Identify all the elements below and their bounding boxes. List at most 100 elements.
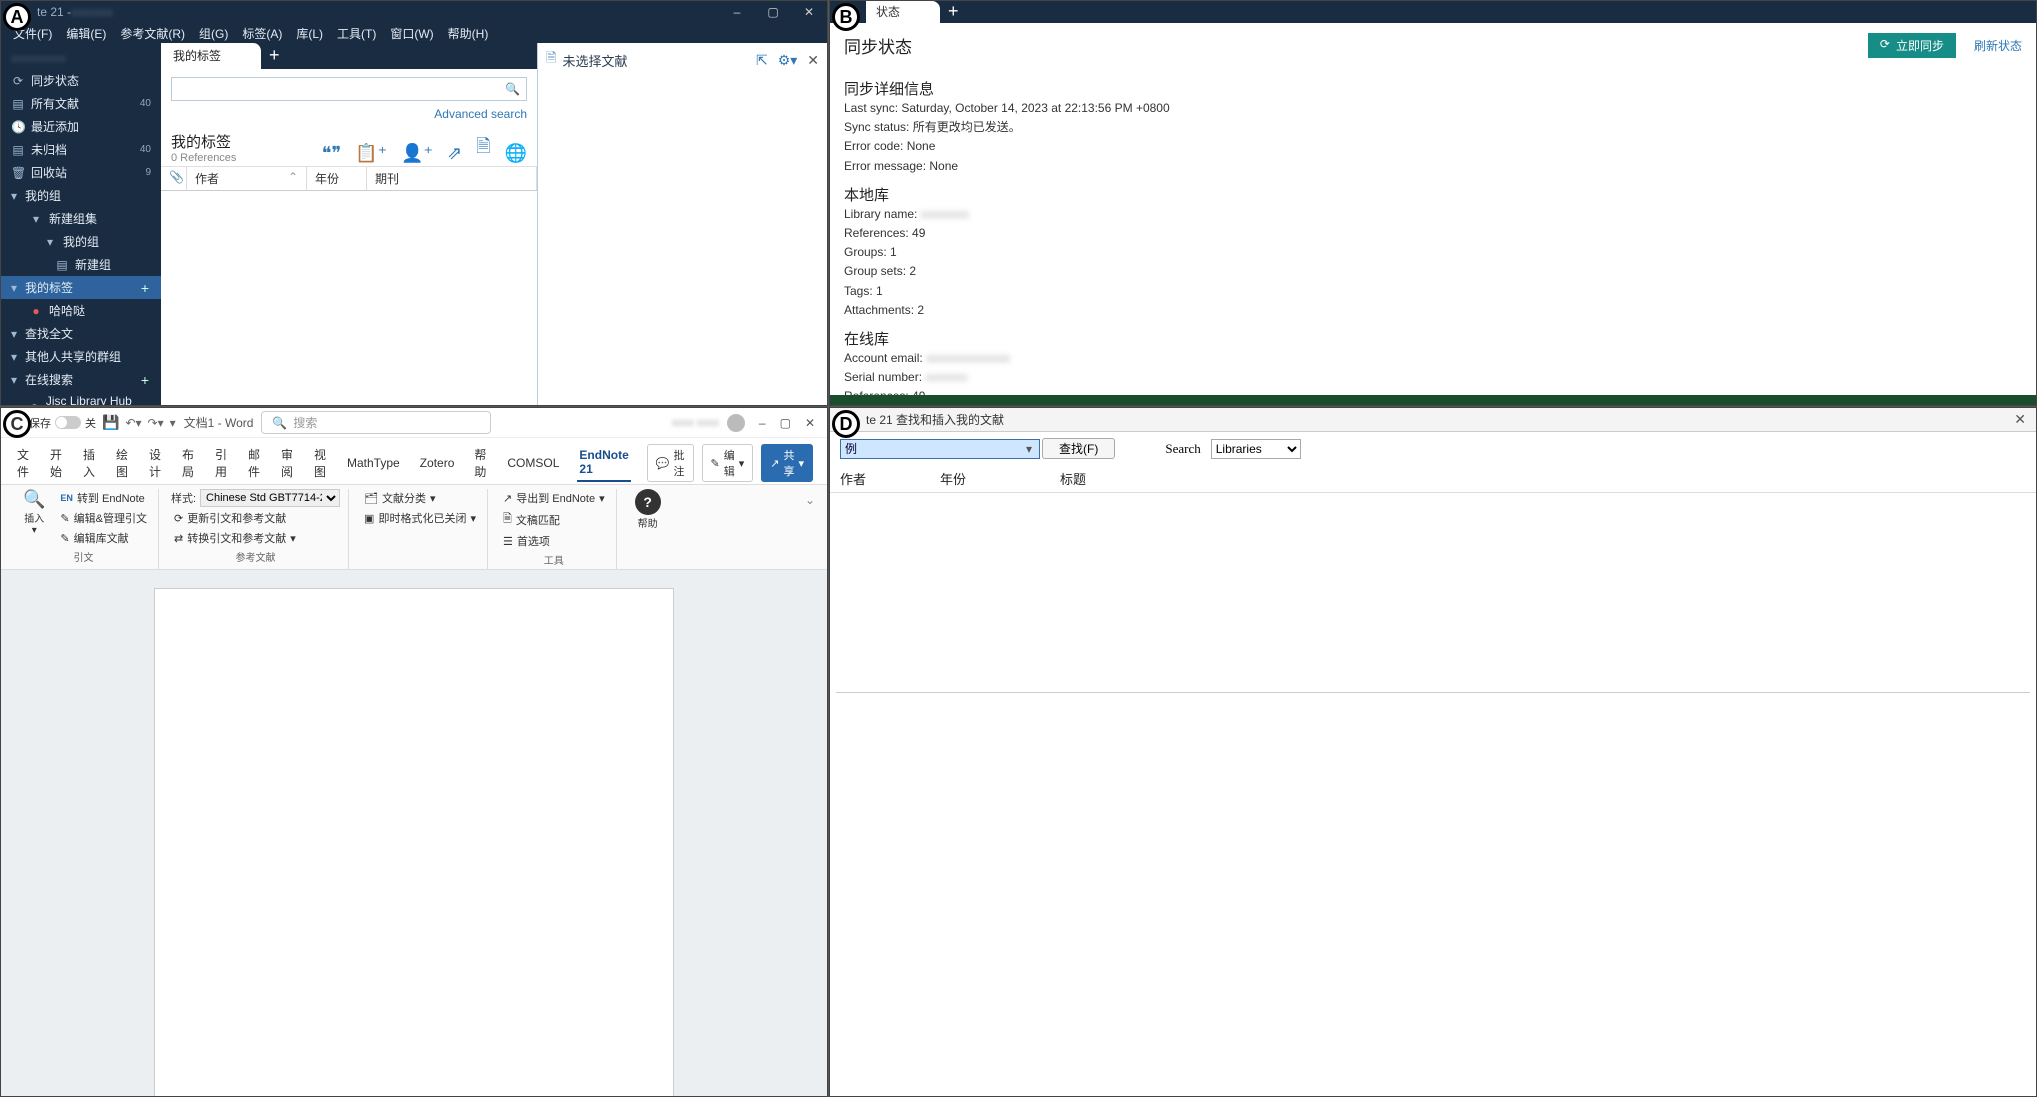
sidebar-sync-status[interactable]: ⟳同步状态 <box>1 69 161 92</box>
add-online-icon[interactable]: + <box>141 372 155 388</box>
sidebar-recent[interactable]: 🕓最近添加 <box>1 115 161 138</box>
add-tab-icon[interactable]: + <box>261 43 288 69</box>
sidebar-new-group[interactable]: ▤新建组 <box>1 253 161 276</box>
sidebar-findfull[interactable]: ▾查找全文 <box>1 322 161 345</box>
prefs-button[interactable]: ☰首选项 <box>500 532 608 550</box>
tab-help[interactable]: 帮助 <box>472 442 489 484</box>
find-input[interactable] <box>840 439 1040 459</box>
editing-button[interactable]: ✎编辑▾ <box>702 444 754 482</box>
add-tag-icon[interactable]: + <box>141 280 155 296</box>
comments-button[interactable]: 💬批注 <box>647 444 694 482</box>
menu-library[interactable]: 库(L) <box>296 25 323 42</box>
menu-references[interactable]: 参考文献(R) <box>120 25 185 42</box>
minimize-icon[interactable]: – <box>759 416 766 430</box>
insert-citation-button[interactable]: 🔍 插入 ▾ <box>17 489 51 547</box>
tab-mail[interactable]: 邮件 <box>246 442 263 484</box>
tab-layout[interactable]: 布局 <box>180 442 197 484</box>
advanced-search-link[interactable]: Advanced search <box>161 101 537 127</box>
tab-home[interactable]: 开始 <box>48 442 65 484</box>
tab-view[interactable]: 视图 <box>312 442 329 484</box>
sidebar-mygroups[interactable]: ▾我的组 <box>1 184 161 207</box>
minimize-icon[interactable]: – <box>719 5 755 19</box>
sidebar-online[interactable]: ▾在线搜索+ <box>1 368 161 391</box>
instant-format-button[interactable]: ▣即时格式化已关闭▾ <box>361 509 479 527</box>
search-scope-select[interactable]: Libraries <box>1211 439 1301 459</box>
tab-endnote[interactable]: EndNote 21 <box>577 444 630 482</box>
col-year[interactable]: 年份 <box>307 167 367 190</box>
menu-help[interactable]: 帮助(H) <box>448 25 489 42</box>
sidebar-all-refs[interactable]: ▤所有文献40 <box>1 92 161 115</box>
edit-library-button[interactable]: ✎编辑库文献 <box>57 529 150 547</box>
redo-icon[interactable]: ↷▾ <box>148 416 164 430</box>
tab-comsol[interactable]: COMSOL <box>505 452 561 474</box>
tab-status[interactable]: 状态 <box>866 1 940 23</box>
menu-window[interactable]: 窗口(W) <box>390 25 433 42</box>
qat-dropdown-icon[interactable]: ▾ <box>170 416 176 430</box>
edit-manage-button[interactable]: ✎编辑&管理引文 <box>57 509 150 527</box>
export-button[interactable]: ↗导出到 EndNote▾ <box>500 489 608 507</box>
refresh-status-link[interactable]: 刷新状态 <box>1974 37 2022 54</box>
add-user-icon[interactable]: 👤⁺ <box>401 143 433 164</box>
goto-endnote-button[interactable]: EN转到 EndNote <box>57 489 150 507</box>
convert-citations-button[interactable]: ⇄转换引文和参考文献▾ <box>171 529 340 547</box>
close-icon[interactable]: ✕ <box>2004 411 2036 428</box>
globe-icon[interactable]: 🌐 <box>505 143 527 164</box>
search-input[interactable]: 🔍 <box>171 77 527 101</box>
update-citations-button[interactable]: ⟳更新引文和参考文献 <box>171 509 340 527</box>
tab-references[interactable]: 引用 <box>213 442 230 484</box>
undo-icon[interactable]: ↶▾ <box>125 416 141 430</box>
help-button[interactable]: ? 帮助 <box>629 489 667 530</box>
sidebar-tag-item[interactable]: ●哈哈哒 <box>1 299 161 322</box>
sidebar-trash[interactable]: 🗑回收站9 <box>1 161 161 184</box>
close-icon[interactable]: ✕ <box>805 416 815 430</box>
find-button[interactable]: 查找(F) <box>1042 438 1115 459</box>
tab-design[interactable]: 设计 <box>147 442 164 484</box>
manuscript-match-button[interactable]: 🗎文稿匹配 <box>500 509 608 530</box>
col-title[interactable]: 标题 <box>1060 469 1086 488</box>
sync-now-button[interactable]: ⟳立即同步 <box>1868 33 1956 58</box>
close-icon[interactable]: ✕ <box>791 5 827 19</box>
col-journal[interactable]: 期刊 <box>367 167 537 190</box>
sidebar-unfiled[interactable]: ▤未归档40 <box>1 138 161 161</box>
share-button[interactable]: ↗共享▾ <box>761 444 813 482</box>
menu-groups[interactable]: 组(G) <box>199 25 228 42</box>
gear-icon[interactable]: ⚙▾ <box>778 52 798 69</box>
quote-icon[interactable]: ❝❞ <box>322 143 341 164</box>
save-icon[interactable]: 💾 <box>102 414 119 431</box>
style-select[interactable]: Chinese Std GBT7714-2015 (…) <box>200 489 340 507</box>
col-author[interactable]: 作者 ⌃ <box>187 167 307 190</box>
search-input[interactable]: 🔍搜索 <box>261 411 491 434</box>
close-preview-icon[interactable]: ✕ <box>807 52 819 69</box>
sidebar-mytags[interactable]: ▾我的标签+ <box>1 276 161 299</box>
menu-tools[interactable]: 工具(T) <box>337 25 376 42</box>
maximize-icon[interactable]: ▢ <box>755 5 791 19</box>
share-icon[interactable]: ⇗ <box>447 143 462 164</box>
col-year[interactable]: 年份 <box>940 469 1020 488</box>
tab-mytags[interactable]: 我的标签 <box>161 43 261 69</box>
page[interactable] <box>154 588 674 1097</box>
tab-draw[interactable]: 绘图 <box>114 442 131 484</box>
sidebar-mygroup-item[interactable]: ▾我的组 <box>1 230 161 253</box>
col-author[interactable]: 作者 <box>840 469 900 488</box>
dropdown-icon[interactable]: ▾ <box>1026 442 1032 456</box>
report-icon[interactable]: 🗎 <box>476 134 490 164</box>
clipboard-add-icon[interactable]: 📋⁺ <box>355 143 387 164</box>
tab-review[interactable]: 审阅 <box>279 442 296 484</box>
col-attachment[interactable]: 📎 <box>161 167 187 190</box>
sidebar-shared[interactable]: ▾其他人共享的群组 <box>1 345 161 368</box>
tab-file[interactable]: 文件 <box>15 442 32 484</box>
sidebar-new-groupset[interactable]: ▾新建组集 <box>1 207 161 230</box>
tab-zotero[interactable]: Zotero <box>418 452 457 474</box>
add-tab-icon[interactable]: + <box>940 1 967 23</box>
user-avatar-icon[interactable] <box>727 414 745 432</box>
collapse-ribbon-icon[interactable]: ⌄ <box>801 489 819 569</box>
classify-button[interactable]: 🗂文献分类▾ <box>361 489 479 507</box>
sidebar-online-jisc[interactable]: ⊕Jisc Library Hub Discover <box>1 391 161 406</box>
popout-icon[interactable]: ⇱ <box>756 52 768 69</box>
tab-insert[interactable]: 插入 <box>81 442 98 484</box>
menu-edit[interactable]: 编辑(E) <box>66 25 106 42</box>
tab-mathtype[interactable]: MathType <box>345 452 402 474</box>
document-title: 文档1 - Word <box>184 414 254 431</box>
menu-tags[interactable]: 标签(A) <box>242 25 282 42</box>
maximize-icon[interactable]: ▢ <box>780 416 791 430</box>
